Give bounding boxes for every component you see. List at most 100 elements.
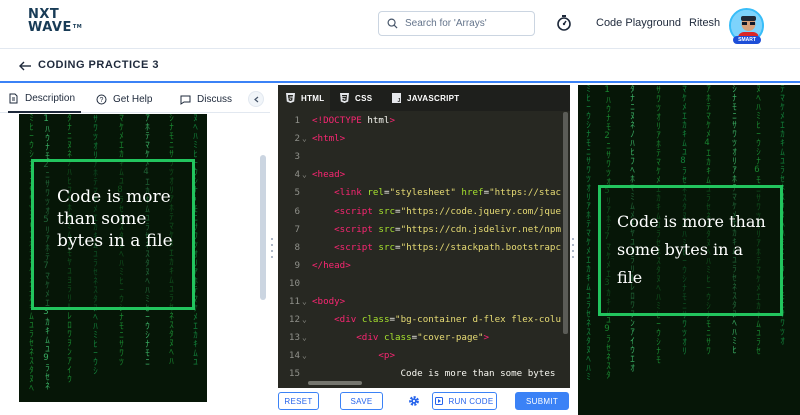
left-resize-handle[interactable] [270, 238, 274, 258]
cover-text: Code is more than some bytes in a file [57, 187, 173, 251]
line-number: 3 [294, 151, 300, 163]
javascript-icon: JS [392, 93, 401, 103]
code-line[interactable]: 13 ⌄ <div class="cover-page"> [278, 329, 570, 347]
collapse-panel-button[interactable] [248, 91, 264, 107]
output-cover-box: Code is more than some bytes in a file [598, 185, 783, 316]
avatar-badge: SMART [733, 36, 761, 44]
description-preview-image: ﾊﾐﾋｰｳｼﾅﾓﾆｻﾜﾂｵﾘｱﾎﾃﾏｹﾒｴｶｷﾑﾕﾗｾﾈｽﾀﾇﾍ 01ﾊｳﾅﾓ2… [19, 114, 207, 402]
line-number: 2 [294, 133, 300, 145]
discuss-icon [180, 95, 191, 105]
problem-tabs: Description ? Get Help Discuss [0, 85, 270, 113]
code-line[interactable]: 3 [278, 148, 570, 166]
editor-horizontal-scrollbar[interactable] [308, 381, 362, 385]
gear-icon[interactable] [408, 395, 420, 407]
output-preview: ﾊﾐﾋｰｳｼﾅﾓﾆｻﾜﾂｵﾘｱﾎﾃﾏｹﾒｴｶｷﾑﾕﾗｾﾈｽﾀﾇﾍﾊﾐ 01ﾊｳﾅ… [578, 85, 800, 415]
code-editor: HTML CSS JS JAVASCRIPT 1 <!DOCTYPE html> 2… [278, 85, 570, 388]
tab-description-label: Description [25, 92, 76, 104]
help-icon: ? [96, 94, 107, 104]
user-name[interactable]: Ritesh [689, 17, 720, 29]
tab-javascript[interactable]: JS JAVASCRIPT [390, 85, 460, 111]
code-area[interactable]: 1 <!DOCTYPE html> 2 ⌄ <html> 3 4 ⌄ <head> 5 <link… [278, 112, 570, 388]
description-scrollbar[interactable] [260, 155, 266, 300]
code-text: <link rel="stylesheet" href="https://sta… [334, 187, 562, 199]
line-number: 4 [294, 169, 300, 181]
code-line[interactable]: 4 ⌄ <head> [278, 166, 570, 184]
save-button[interactable]: SAVE [340, 392, 383, 410]
tab-html-label: HTML [301, 93, 325, 103]
run-code-label: RUN CODE [448, 396, 494, 406]
page-title: CODING PRACTICE 3 [38, 59, 159, 71]
line-number: 11 [288, 296, 300, 307]
code-text: <html> [312, 133, 346, 145]
code-line[interactable]: 8 <script src="https://stackpath.bootstr… [278, 239, 570, 257]
code-line[interactable]: 2 ⌄ <html> [278, 130, 570, 148]
reset-button[interactable]: RESET [278, 392, 319, 410]
fold-chevron-icon[interactable]: ⌄ [302, 293, 307, 311]
tab-css[interactable]: CSS [338, 85, 372, 111]
line-number: 12 [288, 314, 300, 326]
line-number: 15 [288, 368, 300, 380]
line-number: 7 [294, 223, 300, 235]
code-line[interactable]: 5 <link rel="stylesheet" href="https://s… [278, 184, 570, 202]
run-code-button[interactable]: RUN CODE [432, 392, 497, 410]
code-text: <body> [312, 296, 346, 307]
tab-discuss[interactable]: Discuss [180, 85, 232, 113]
code-text: <div class="bg-container d-flex flex-col… [334, 314, 561, 326]
timer-icon[interactable] [556, 14, 572, 32]
search-placeholder: Search for 'Arrays' [405, 18, 487, 29]
editor-vertical-scrollbar[interactable] [563, 112, 568, 334]
line-number: 9 [294, 259, 300, 271]
fold-chevron-icon[interactable]: ⌄ [302, 130, 307, 148]
code-line[interactable]: 6 <script src="https://code.jquery.com/j… [278, 203, 570, 221]
line-number: 10 [288, 277, 300, 289]
line-number: 14 [288, 350, 300, 362]
code-line[interactable]: 9 </head> [278, 257, 570, 275]
code-line[interactable]: 10 [278, 275, 570, 293]
code-line[interactable]: 7 <script src="https://cdn.jsdelivr.net/… [278, 221, 570, 239]
chevron-left-icon [253, 96, 258, 102]
code-line[interactable]: 12 ⌄ <div class="bg-container d-flex flex… [278, 311, 570, 329]
code-text: <p> [378, 350, 396, 362]
css3-icon [340, 93, 349, 103]
editor-toolbar: RESET SAVE RUN CODE SUBMIT [270, 388, 578, 415]
problem-panel: Description ? Get Help Discuss ﾊﾐﾋｰｳｼﾅﾓﾆ… [0, 85, 270, 415]
html5-icon [286, 93, 295, 103]
code-line[interactable]: 14 ⌄ <p> [278, 347, 570, 365]
tab-javascript-label: JAVASCRIPT [407, 93, 460, 103]
line-number: 5 [294, 187, 300, 199]
code-line[interactable]: 11 ⌄ <body> [278, 293, 570, 311]
tab-description[interactable]: Description [8, 85, 82, 113]
play-icon [435, 397, 444, 405]
svg-text:JS: JS [398, 98, 402, 103]
code-playground-link[interactable]: Code Playground [596, 17, 681, 29]
cover-box: Code is more than some bytes in a file [31, 159, 195, 310]
code-line[interactable]: 1 <!DOCTYPE html> [278, 112, 570, 130]
fold-chevron-icon[interactable]: ⌄ [302, 329, 307, 347]
nxtwave-logo[interactable]: NXT WAVETM [28, 8, 83, 38]
line-number: 1 [294, 115, 300, 126]
code-text: <script src="https://cdn.jsdelivr.net/np… [334, 223, 561, 235]
fold-chevron-icon[interactable]: ⌄ [302, 166, 307, 184]
submit-button[interactable]: SUBMIT [515, 392, 569, 410]
line-number: 8 [294, 241, 300, 253]
tab-html[interactable]: HTML [278, 85, 330, 111]
fold-chevron-icon[interactable]: ⌄ [302, 347, 307, 365]
fold-chevron-icon[interactable]: ⌄ [302, 311, 307, 329]
svg-text:?: ? [100, 97, 104, 104]
code-text: <script src="https://code.jquery.com/jqu… [334, 205, 561, 217]
tab-discuss-label: Discuss [197, 93, 233, 105]
description-icon [9, 93, 18, 103]
code-text: </head> [312, 259, 351, 271]
editor-tabs: HTML CSS JS JAVASCRIPT [278, 85, 570, 111]
code-text: <head> [312, 169, 346, 181]
practice-header: CODING PRACTICE 3 [0, 50, 800, 83]
back-arrow-icon[interactable] [18, 59, 32, 73]
code-text: <!DOCTYPE html> [312, 115, 396, 126]
output-cover-text: Code is more than some bytes in a file [617, 212, 766, 287]
tab-css-label: CSS [355, 93, 373, 103]
code-text: <script src="https://stackpath.bootstrap… [334, 241, 561, 253]
tab-get-help[interactable]: ? Get Help [96, 85, 152, 113]
search-input[interactable]: Search for 'Arrays' [378, 11, 535, 36]
right-resize-handle[interactable] [571, 238, 575, 258]
logo-line-2: WAVETM [28, 20, 83, 35]
